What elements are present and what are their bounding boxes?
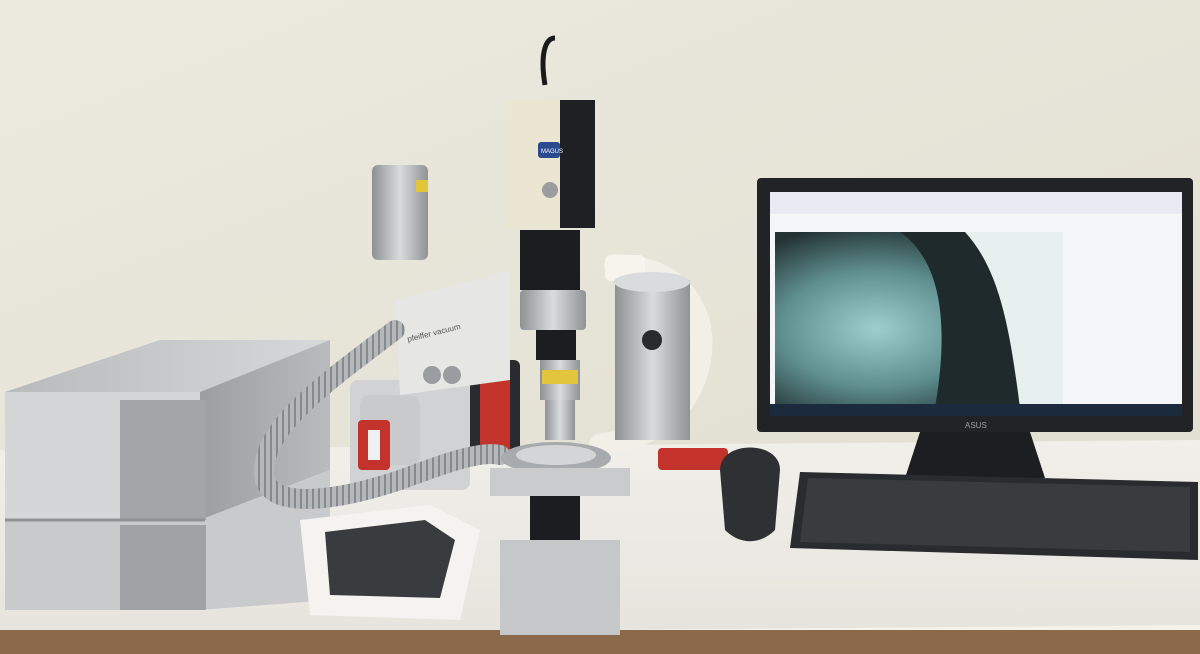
camera-brand-text: MAGUS [541,149,563,155]
touch-controller [300,505,480,620]
lab-photo: pfeiffer vacuum MAGUS ASUS [0,0,1200,654]
monitor-brand-text: ASUS [965,421,987,430]
control-unit-stack [5,340,330,610]
mouse [720,447,780,542]
red-side-port [658,448,728,470]
taskbar [770,404,1182,416]
cryostat-can [614,272,690,440]
keyboard [790,472,1198,560]
